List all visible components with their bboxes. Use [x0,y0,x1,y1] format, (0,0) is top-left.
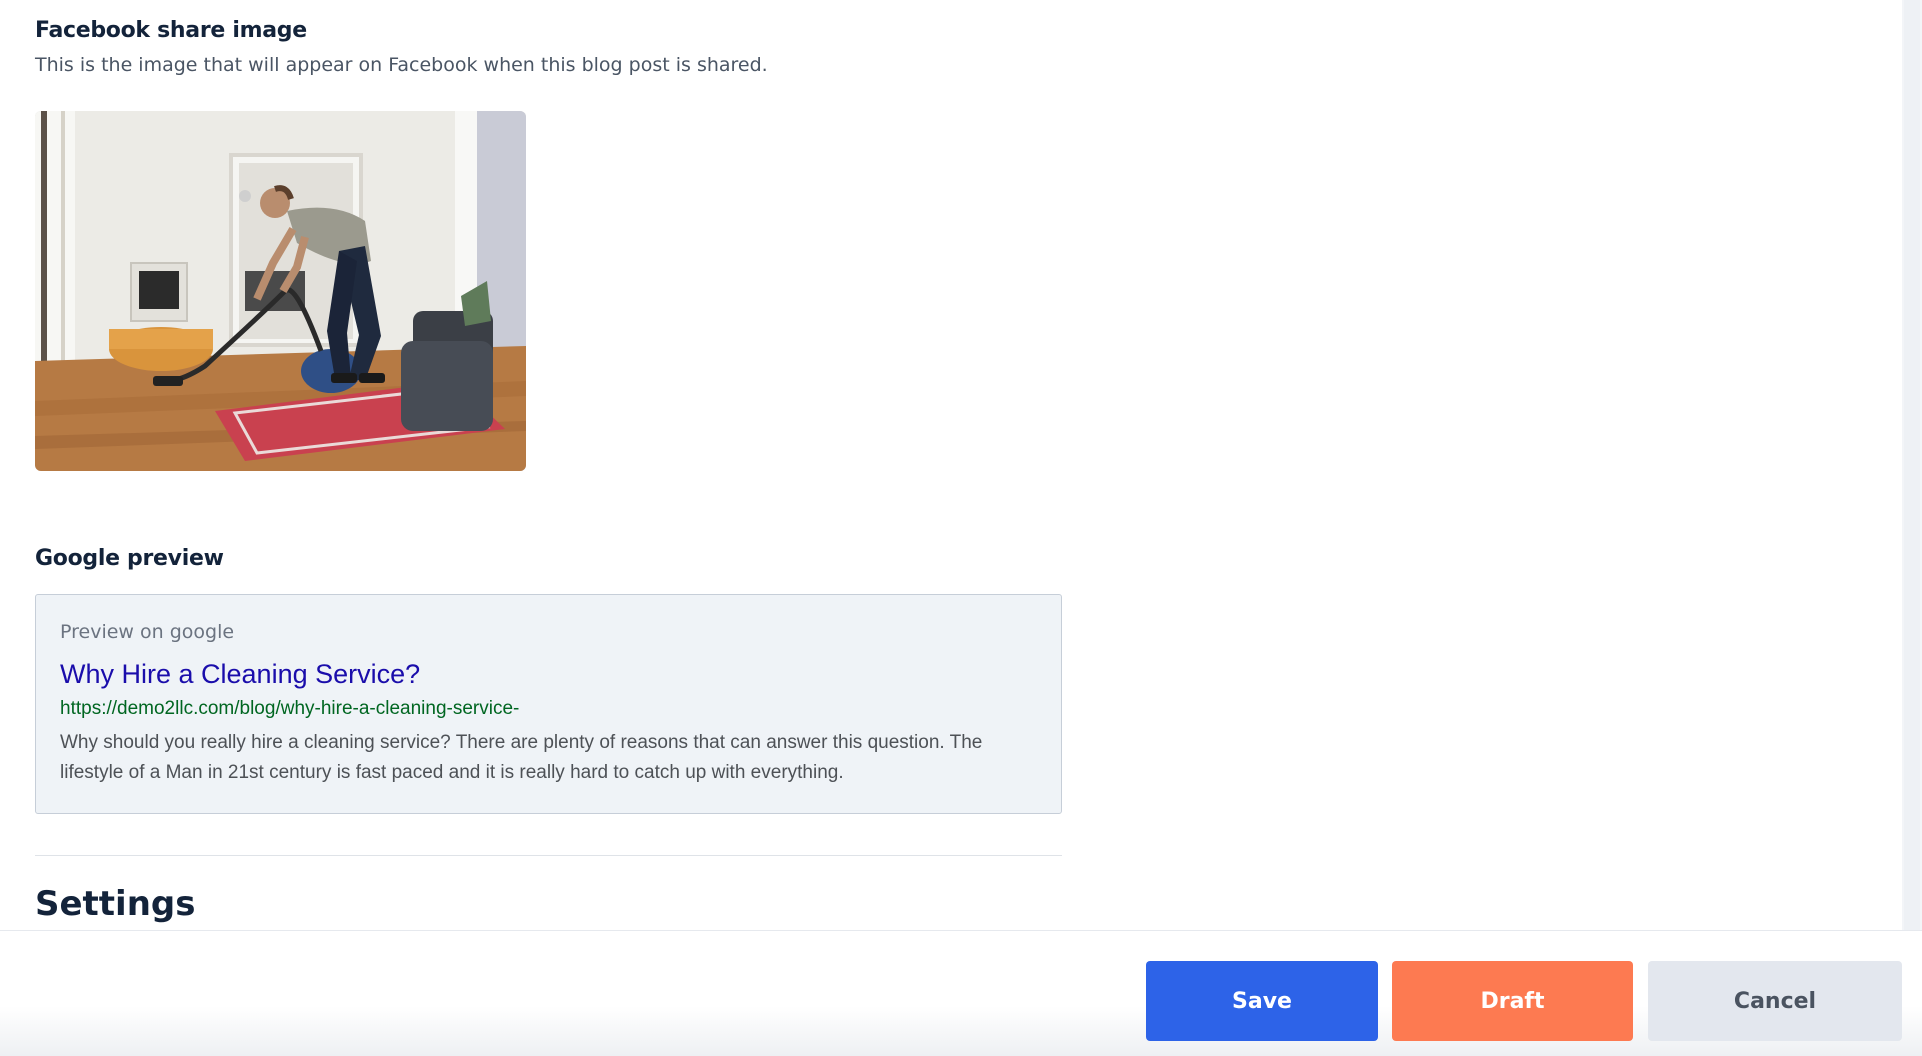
vertical-scrollbar[interactable] [1902,0,1922,930]
draft-button[interactable]: Draft [1392,961,1633,1041]
facebook-share-image-description: This is the image that will appear on Fa… [35,54,768,76]
settings-section-title: Settings [35,884,196,924]
google-preview-url: https://demo2llc.com/blog/why-hire-a-cle… [60,698,520,719]
facebook-share-image-title: Facebook share image [35,18,307,43]
google-preview-title: Google preview [35,546,224,571]
section-divider [35,855,1062,856]
bottom-action-bar: Save Draft Cancel [0,930,1922,1056]
blog-post-editor-page: Facebook share image This is the image t… [0,0,1922,1056]
cancel-button[interactable]: Cancel [1648,961,1902,1041]
save-button[interactable]: Save [1146,961,1378,1041]
google-preview-description: Why should you really hire a cleaning se… [60,732,983,783]
google-preview-heading-link[interactable]: Why Hire a Cleaning Service? [60,659,1037,690]
scrollbar-thumb[interactable] [1904,0,1920,930]
share-image-illustration [35,111,526,471]
preview-on-google-label: Preview on google [60,621,235,643]
facebook-share-image[interactable] [35,111,526,471]
google-preview-card: Preview on google Why Hire a Cleaning Se… [35,594,1062,814]
